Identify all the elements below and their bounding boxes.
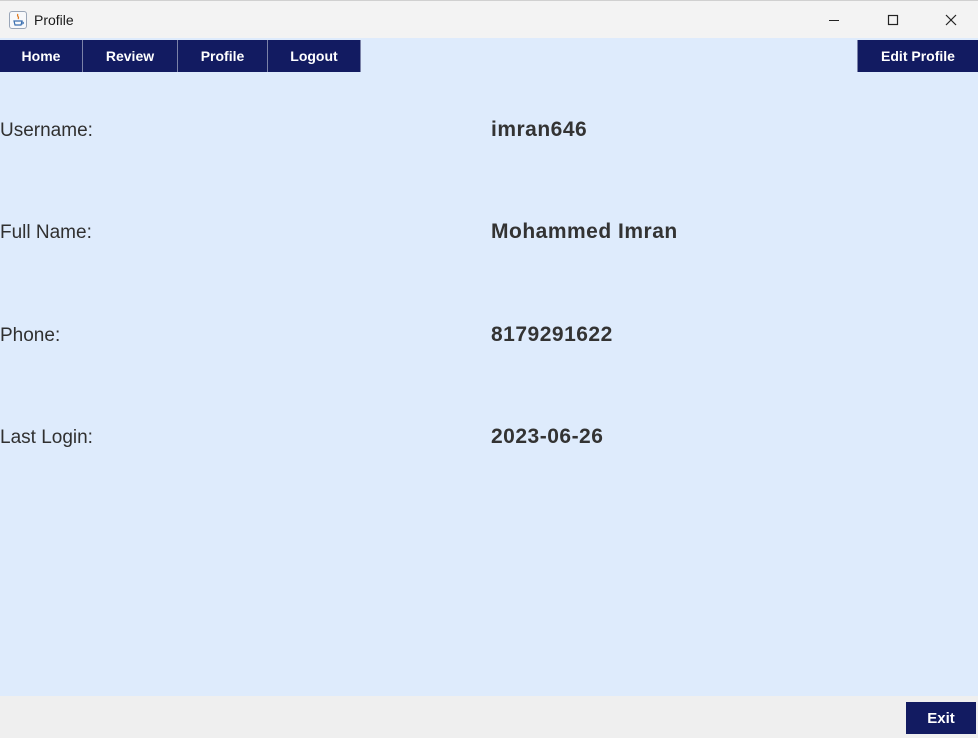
full-name-label: Full Name: xyxy=(0,222,92,243)
exit-button[interactable]: Exit xyxy=(906,702,976,734)
title-bar: Profile xyxy=(0,0,978,38)
footer-bar: Exit xyxy=(0,696,978,738)
nav-logout-button[interactable]: Logout xyxy=(268,40,361,72)
close-icon xyxy=(945,14,957,26)
full-name-value: Mohammed Imran xyxy=(491,220,678,243)
last-login-label: Last Login: xyxy=(0,427,93,448)
nav-profile-button[interactable]: Profile xyxy=(178,40,268,72)
minimize-button[interactable] xyxy=(805,1,863,39)
username-value: imran646 xyxy=(491,118,588,141)
username-label: Username: xyxy=(0,120,93,141)
nav-review-button[interactable]: Review xyxy=(83,40,178,72)
phone-label: Phone: xyxy=(0,325,61,346)
edit-profile-button[interactable]: Edit Profile xyxy=(857,40,978,72)
minimize-icon xyxy=(829,20,839,21)
maximize-button[interactable] xyxy=(864,1,922,39)
window-title: Profile xyxy=(34,12,74,28)
nav-bar: Home Review Profile Logout xyxy=(0,40,361,72)
last-login-value: 2023-06-26 xyxy=(491,425,604,448)
java-app-icon xyxy=(9,11,27,29)
maximize-icon xyxy=(887,14,899,26)
nav-home-button[interactable]: Home xyxy=(0,40,83,72)
profile-panel: Home Review Profile Logout Edit Profile … xyxy=(0,38,978,696)
phone-value: 8179291622 xyxy=(491,323,613,346)
close-button[interactable] xyxy=(922,1,978,39)
